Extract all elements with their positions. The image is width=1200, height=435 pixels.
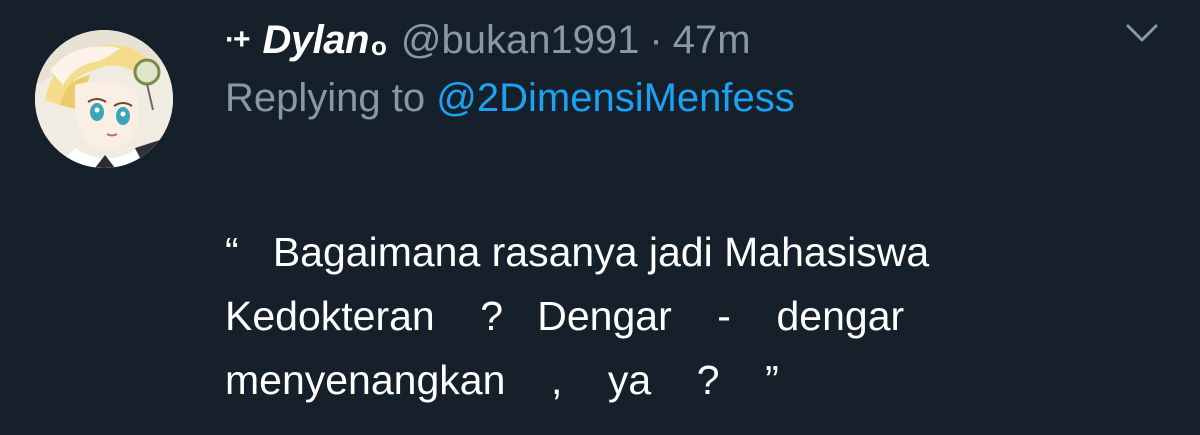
tweet-header: ·+ Dylan o @bukan1991 · 47m <box>225 10 751 70</box>
replying-to: Replying to @2DimensiMenfess <box>225 76 795 121</box>
tweet-text: “ Bagaimana rasanya jadi Mahasiswa Kedokt… <box>225 220 1085 412</box>
tweet-text-line: “ Bagaimana rasanya jadi Mahasiswa <box>225 229 930 275</box>
reply-target-link[interactable]: @2DimensiMenfess <box>436 76 795 120</box>
display-name[interactable]: Dylan <box>263 18 370 63</box>
name-decoration: ·+ <box>225 23 250 56</box>
user-handle[interactable]: @bukan1991 <box>401 18 640 63</box>
tweet[interactable]: ·+ Dylan o @bukan1991 · 47m Replying to … <box>0 0 1200 435</box>
separator-dot: · <box>649 17 663 62</box>
timestamp[interactable]: 47m <box>673 18 751 63</box>
chevron-down-icon[interactable] <box>1124 20 1160 46</box>
tweet-text-line: Kedokteran ? Dengar - dengar <box>225 293 905 339</box>
name-suffix: o <box>370 30 387 61</box>
anime-avatar-icon <box>35 30 173 168</box>
avatar[interactable] <box>35 30 173 168</box>
tweet-text-line: menyenangkan , ya ? ” <box>225 357 779 403</box>
replying-to-label: Replying to <box>225 76 426 120</box>
